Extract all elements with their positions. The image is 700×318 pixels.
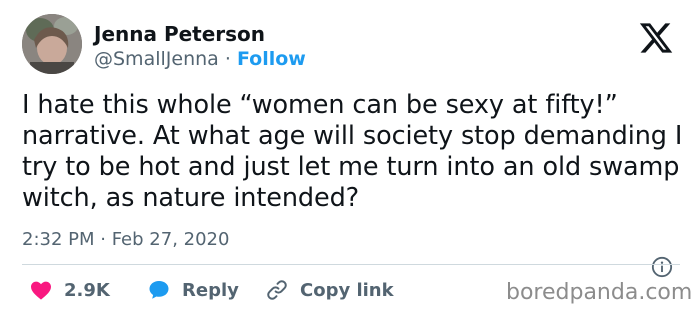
author-handle-row: @SmallJenna · Follow [94, 48, 306, 70]
follow-button[interactable]: Follow [237, 48, 306, 70]
speech-bubble-icon [149, 281, 169, 299]
x-logo-icon[interactable] [637, 20, 675, 56]
avatar[interactable] [22, 14, 82, 74]
handle-separator: · [224, 48, 231, 70]
copy-link-button[interactable]: Copy link [264, 278, 394, 302]
watermark: boredpanda.com [506, 280, 693, 305]
heart-icon [31, 281, 51, 300]
author-handle[interactable]: @SmallJenna [94, 48, 219, 70]
tweet-card: Jenna Peterson @SmallJenna · Follow I ha… [0, 0, 700, 318]
like-button[interactable]: 2.9K [28, 278, 110, 302]
like-count: 2.9K [64, 279, 110, 301]
link-icon [267, 280, 287, 300]
author-display-name[interactable]: Jenna Peterson [94, 22, 265, 46]
reply-label: Reply [182, 279, 239, 301]
copy-link-label: Copy link [300, 279, 394, 301]
tweet-text: I hate this whole “women can be sexy at … [22, 90, 683, 213]
divider [22, 264, 680, 265]
tweet-timestamp[interactable]: 2:32 PM · Feb 27, 2020 [22, 229, 229, 250]
info-icon[interactable] [651, 256, 673, 278]
reply-button[interactable]: Reply [146, 278, 239, 302]
